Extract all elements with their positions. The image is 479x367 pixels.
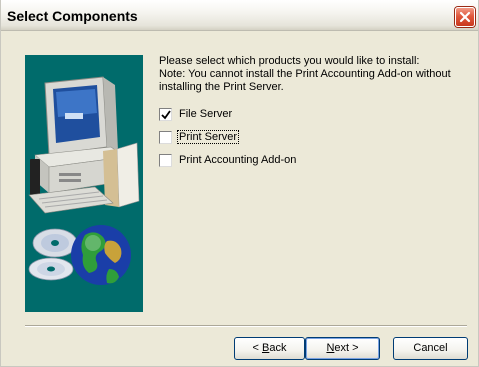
back-button-prefix: < <box>252 342 262 354</box>
next-button-suffix: ext > <box>334 342 359 354</box>
print-accounting-checkbox[interactable] <box>159 154 172 167</box>
file-server-label[interactable]: File Server <box>178 108 233 120</box>
cd-icon <box>28 228 78 281</box>
dialog-title: Select Components <box>7 8 138 24</box>
instructions-note-line: Note: You cannot install the Print Accou… <box>159 68 451 80</box>
setup-dialog: Select Components Please select which pr… <box>0 0 479 367</box>
print-accounting-label[interactable]: Print Accounting Add-on <box>178 154 297 166</box>
back-button-suffix: ack <box>269 342 287 354</box>
computer-icon <box>28 76 140 214</box>
title-bar[interactable]: Select Components <box>1 0 478 31</box>
cancel-button-label: Cancel <box>413 342 448 354</box>
separator <box>25 325 467 327</box>
instructions-note-line: installing the Print Server. <box>159 81 284 93</box>
checkmark-icon <box>161 110 171 120</box>
close-icon <box>459 11 471 23</box>
print-server-label[interactable]: Print Server <box>176 130 240 144</box>
setup-illustration <box>25 55 143 312</box>
file-server-checkbox[interactable] <box>159 108 172 121</box>
instructions-text: Please select which products you would l… <box>159 55 459 94</box>
print-server-checkbox[interactable] <box>159 131 172 144</box>
globe-icon <box>71 225 131 285</box>
instructions-line: Please select which products you would l… <box>159 55 420 67</box>
close-button[interactable] <box>455 7 475 27</box>
next-button[interactable]: Next > <box>305 337 380 360</box>
back-button[interactable]: < Back <box>234 337 305 360</box>
cancel-button[interactable]: Cancel <box>393 337 468 360</box>
